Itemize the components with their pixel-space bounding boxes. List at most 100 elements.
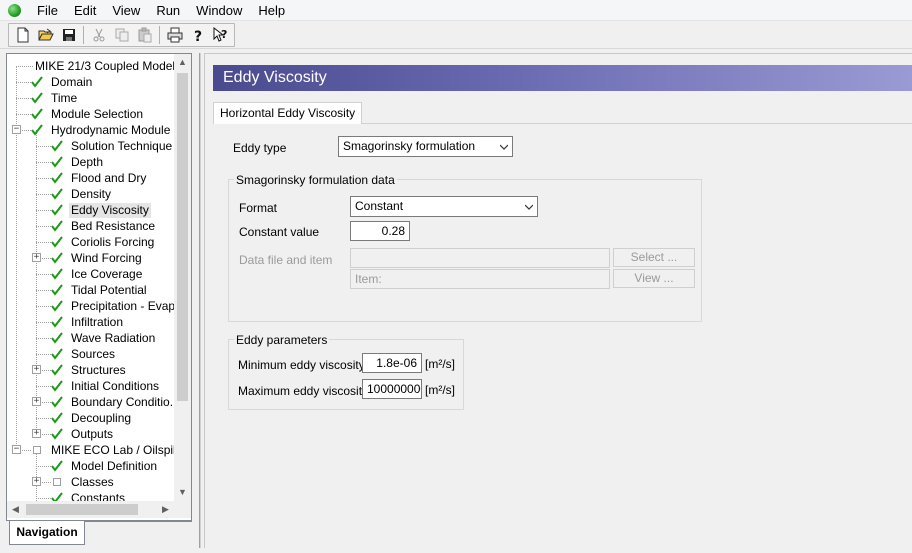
tree-item-boundary-conditio[interactable]: Boundary Conditio... (51, 394, 174, 410)
tree-line (36, 226, 51, 227)
scroll-up-icon[interactable]: ▲ (174, 54, 191, 71)
tree-item-density[interactable]: Density (51, 186, 113, 202)
expand-icon[interactable]: + (32, 253, 41, 262)
paste-icon[interactable] (133, 24, 156, 46)
tree-item-coriolis-forcing[interactable]: Coriolis Forcing (51, 234, 156, 250)
max-eddy-viscosity-input[interactable]: 100000000 (362, 379, 422, 399)
format-select[interactable]: Constant (350, 196, 538, 217)
tree-item-mike-eco-lab-oilspill-m[interactable]: MIKE ECO Lab / Oilspill M (31, 442, 174, 458)
tree-item-eddy-viscosity[interactable]: Eddy Viscosity (51, 202, 151, 218)
tree-line (36, 354, 51, 355)
tree-item-label: Initial Conditions (71, 378, 160, 393)
eddy-type-select[interactable]: Smagorinsky formulation (338, 136, 513, 157)
menu-view[interactable]: View (104, 0, 148, 21)
svg-text:?: ? (194, 29, 202, 43)
expand-icon[interactable]: + (32, 365, 41, 374)
tree-item-wave-radiation[interactable]: Wave Radiation (51, 330, 157, 346)
copy-icon[interactable] (110, 24, 133, 46)
tree-item-infiltration[interactable]: Infiltration (51, 314, 125, 330)
menu-file[interactable]: File (29, 0, 66, 21)
tree-item-model-definition[interactable]: Model Definition (51, 458, 159, 474)
tree-item-constants[interactable]: Constants (51, 490, 127, 501)
tree-item-mike-21-3-coupled-model[interactable]: MIKE 21/3 Coupled Model ... (33, 58, 174, 74)
scroll-left-icon[interactable]: ◀ (7, 501, 24, 518)
tree-item-label: MIKE ECO Lab / Oilspill M (51, 442, 174, 457)
tree-line (36, 418, 51, 419)
tree-item-decoupling[interactable]: Decoupling (51, 410, 133, 426)
tree-item-label: Coriolis Forcing (71, 234, 155, 249)
menu-edit[interactable]: Edit (66, 0, 104, 21)
expand-icon[interactable]: + (32, 397, 41, 406)
tab-strip: Horizontal Eddy Viscosity (213, 102, 912, 125)
expand-icon[interactable]: + (32, 477, 41, 486)
scroll-corner (174, 501, 191, 518)
menu-help[interactable]: Help (250, 0, 293, 21)
tree-line (36, 290, 51, 291)
scrollbar-thumb[interactable] (177, 73, 188, 401)
collapse-icon[interactable]: − (12, 445, 21, 454)
tree-item-tidal-potential[interactable]: Tidal Potential (51, 282, 149, 298)
tree-item-label: Hydrodynamic Module (51, 122, 171, 137)
tab-horizontal-eddy-viscosity[interactable]: Horizontal Eddy Viscosity (213, 102, 363, 125)
scroll-down-icon[interactable]: ▼ (174, 484, 191, 501)
tree-item-bed-resistance[interactable]: Bed Resistance (51, 218, 157, 234)
tree-item-initial-conditions[interactable]: Initial Conditions (51, 378, 161, 394)
tree-item-sources[interactable]: Sources (51, 346, 117, 362)
tree-line (36, 210, 51, 211)
tree-item-solution-technique[interactable]: Solution Technique (51, 138, 174, 154)
cut-icon[interactable] (87, 24, 110, 46)
tree-item-structures[interactable]: Structures (51, 362, 128, 378)
app-logo-icon (8, 3, 21, 17)
checkmark-icon (51, 188, 63, 200)
data-file-label: Data file and item (239, 253, 333, 267)
menu-window[interactable]: Window (188, 0, 250, 21)
horizontal-scrollbar[interactable]: ◀ ▶ (7, 501, 174, 518)
tree-item-wind-forcing[interactable]: Wind Forcing (51, 250, 144, 266)
tree-item-ice-coverage[interactable]: Ice Coverage (51, 266, 144, 282)
open-folder-icon[interactable] (34, 24, 57, 46)
checkmark-icon (51, 316, 63, 328)
tree-item-flood-and-dry[interactable]: Flood and Dry (51, 170, 148, 186)
tree-line (16, 114, 31, 115)
tree-item-time[interactable]: Time (31, 90, 79, 106)
help-icon[interactable]: ? (186, 24, 209, 46)
collapse-icon[interactable]: − (12, 125, 21, 134)
format-value: Constant (355, 199, 404, 213)
vertical-scrollbar[interactable]: ▲ ▼ (174, 54, 191, 501)
toolbar: ? ? (0, 21, 912, 49)
toolbar-file-group: ? ? (8, 23, 235, 47)
tree-item-hydrodynamic-module[interactable]: Hydrodynamic Module (31, 122, 172, 138)
tree-line (16, 82, 31, 83)
print-icon[interactable] (163, 24, 186, 46)
tree-item-domain[interactable]: Domain (31, 74, 94, 90)
expand-icon[interactable]: + (32, 429, 41, 438)
data-file-input[interactable] (350, 248, 610, 268)
chevron-down-icon (525, 204, 533, 210)
panel-splitter[interactable] (199, 53, 201, 548)
tree-item-module-selection[interactable]: Module Selection (31, 106, 145, 122)
tree-line (36, 338, 51, 339)
min-eddy-viscosity-input[interactable]: 1.8e-06 (362, 353, 422, 373)
tree-item-classes[interactable]: Classes (51, 474, 116, 490)
menu-run[interactable]: Run (148, 0, 188, 21)
tree-item-label: Sources (71, 346, 116, 361)
context-help-icon[interactable]: ? (209, 24, 232, 46)
scrollbar-thumb[interactable] (26, 504, 138, 515)
tree-item-outputs[interactable]: Outputs (51, 426, 115, 442)
tree-item-label: Decoupling (71, 410, 132, 425)
tree-item-depth[interactable]: Depth (51, 154, 105, 170)
select-file-button[interactable]: Select ... (613, 248, 695, 267)
checkmark-icon (51, 364, 63, 376)
tree-item-label: Tidal Potential (71, 282, 147, 297)
checkmark-icon (51, 492, 63, 501)
navigation-panel: MIKE 21/3 Coupled Model ... Domain Time Mod… (6, 53, 192, 521)
item-input[interactable]: Item: (350, 269, 610, 289)
tab-navigation[interactable]: Navigation (9, 521, 85, 545)
eddy-parameters-title: Eddy parameters (234, 333, 330, 347)
view-file-button[interactable]: View ... (613, 269, 695, 288)
new-file-icon[interactable] (11, 24, 34, 46)
scroll-right-icon[interactable]: ▶ (157, 501, 174, 518)
tree-item-precipitation-evapor[interactable]: Precipitation - Evapor (51, 298, 174, 314)
save-icon[interactable] (57, 24, 80, 46)
constant-value-input[interactable]: 0.28 (350, 221, 410, 241)
